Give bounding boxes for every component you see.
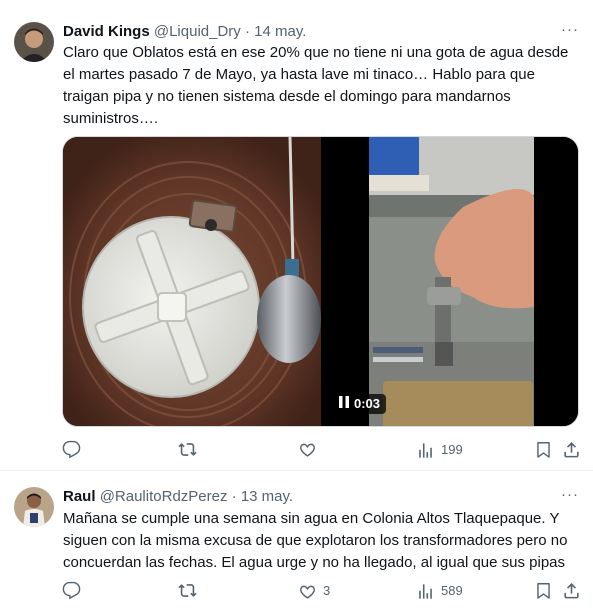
tweet-text: Claro que Oblatos está en ese 20% que no… <box>63 42 583 130</box>
tweet-body: Mañana se cumple una semana sin agua en … <box>63 510 568 571</box>
video-time: 0:03 <box>354 396 381 411</box>
like-button[interactable]: 3 <box>298 581 330 601</box>
author-handle[interactable]: @Liquid_Dry <box>154 23 241 40</box>
tweet-date[interactable]: 14 may. <box>254 23 306 40</box>
tweet-text: Mañana se cumple una semana sin agua en … <box>63 508 583 574</box>
author-name[interactable]: David Kings <box>63 23 150 40</box>
views-icon[interactable] <box>416 441 435 460</box>
media-video[interactable]: 0:03 <box>323 137 578 426</box>
reply-icon[interactable] <box>62 440 81 459</box>
author-name[interactable]: Raul <box>63 488 96 505</box>
tweet[interactable]: Raul @RaulitoRdzPerez · 13 may. ··· Maña… <box>0 471 593 613</box>
media-grid[interactable]: 0:03 <box>62 136 579 427</box>
heart-icon[interactable] <box>298 440 317 459</box>
avatar[interactable] <box>14 487 54 527</box>
tweet[interactable]: David Kings @Liquid_Dry · 14 may. ··· Cl… <box>0 0 593 471</box>
avatar[interactable] <box>14 22 54 62</box>
share-button[interactable] <box>562 440 581 459</box>
tweet-header: David Kings @Liquid_Dry · 14 may. <box>63 22 306 42</box>
share-button[interactable] <box>562 581 581 600</box>
reply-icon[interactable] <box>62 581 81 600</box>
reply-button[interactable] <box>62 581 87 600</box>
tweet-body: Claro que Oblatos está en ese 20% que no… <box>63 44 569 127</box>
tweet-date[interactable]: 13 may. <box>241 488 293 505</box>
action-bar: 199 <box>62 440 580 462</box>
bookmark-icon[interactable] <box>534 581 553 600</box>
bookmark-button[interactable] <box>534 581 553 600</box>
like-count: 3 <box>323 583 331 598</box>
reply-button[interactable] <box>62 440 87 459</box>
retweet-button[interactable] <box>178 581 203 600</box>
more-icon[interactable]: ··· <box>561 486 579 503</box>
views-count: 199 <box>441 442 463 457</box>
video-timestamp[interactable]: 0:03 <box>333 394 387 414</box>
share-icon[interactable] <box>562 440 581 459</box>
views-button[interactable]: 589 <box>416 581 463 601</box>
more-icon[interactable]: ··· <box>561 21 579 38</box>
action-bar: 3 589 <box>62 581 580 603</box>
views-button[interactable]: 199 <box>416 440 463 460</box>
retweet-button[interactable] <box>178 440 203 459</box>
views-count: 589 <box>441 583 463 598</box>
bookmark-button[interactable] <box>534 440 553 459</box>
bookmark-icon[interactable] <box>534 440 553 459</box>
pause-icon[interactable] <box>339 396 349 412</box>
heart-icon[interactable] <box>298 582 317 601</box>
like-button[interactable] <box>298 440 323 459</box>
retweet-icon[interactable] <box>178 581 197 600</box>
tweet-header: Raul @RaulitoRdzPerez · 13 may. <box>63 487 293 507</box>
share-icon[interactable] <box>562 581 581 600</box>
views-icon[interactable] <box>416 582 435 601</box>
separator-dot: · <box>231 488 237 505</box>
retweet-icon[interactable] <box>178 440 197 459</box>
separator-dot: · <box>244 23 250 40</box>
author-handle[interactable]: @RaulitoRdzPerez <box>100 488 228 505</box>
media-photo[interactable] <box>63 137 321 426</box>
